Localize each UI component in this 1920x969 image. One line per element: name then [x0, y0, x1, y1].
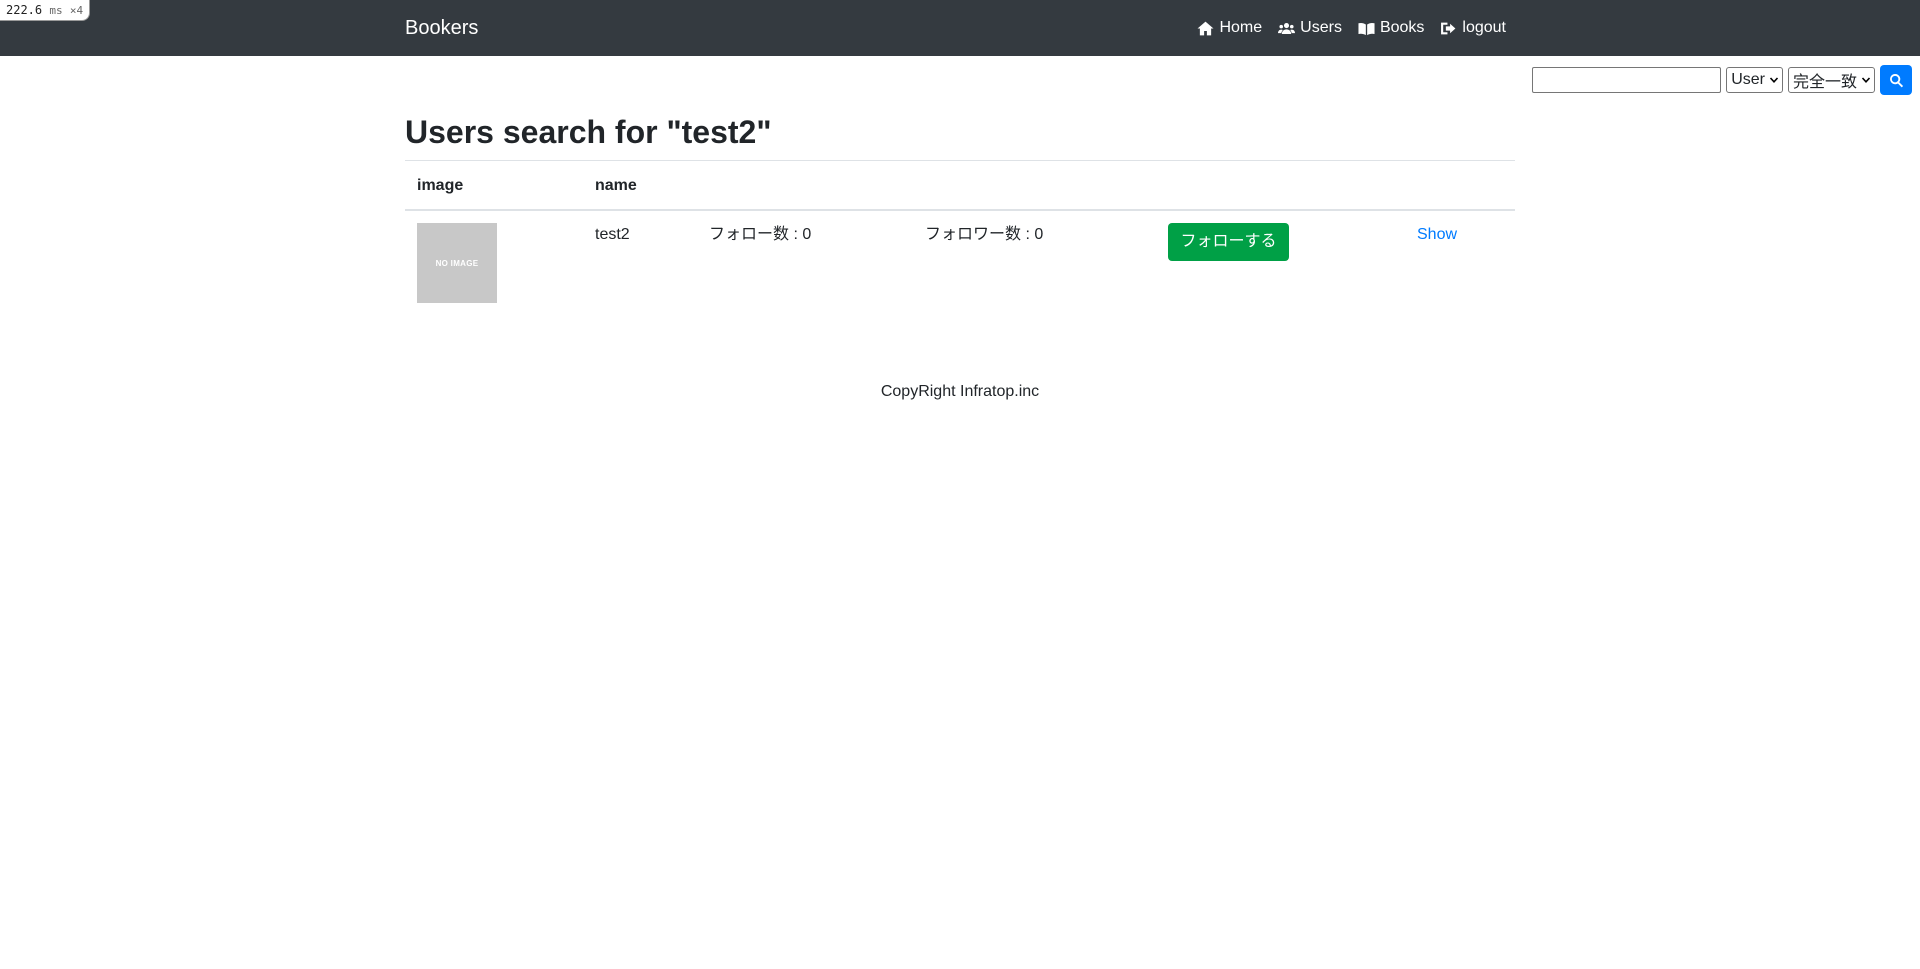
nav-logout-label: logout — [1462, 19, 1506, 36]
chevron-down-icon — [1861, 77, 1871, 83]
nav-users-link[interactable]: Users — [1278, 17, 1342, 39]
users-table: image name NO IMAGE test2 フォロー数 : 0 フォロワ… — [405, 160, 1515, 311]
nav-books-label: Books — [1379, 19, 1425, 36]
follower-count: フォロワー数 : 0 — [925, 226, 1044, 243]
model-select[interactable]: User — [1726, 67, 1783, 93]
method-select-value: 完全一致 — [1792, 74, 1857, 91]
navbar: Bookers Home Users Books logout — [0, 0, 1920, 56]
nav-users-label: Users — [1300, 19, 1342, 36]
nav-books-link[interactable]: Books — [1358, 17, 1424, 39]
nav-links: Home Users Books logout — [1197, 17, 1506, 39]
user-name: test2 — [595, 226, 630, 243]
nav-logout-link[interactable]: logout — [1440, 17, 1506, 39]
header-image: image — [417, 177, 464, 194]
book-icon — [1358, 22, 1375, 35]
chevron-down-icon — [1769, 77, 1779, 83]
model-select-value: User — [1731, 71, 1765, 88]
search-icon — [1889, 73, 1903, 87]
method-select[interactable]: 完全一致 — [1787, 67, 1875, 93]
copyright-text: CopyRight Infratop.inc — [880, 383, 1040, 400]
header-name: name — [595, 177, 637, 194]
table-row: NO IMAGE test2 フォロー数 : 0 フォロワー数 : 0 フォロー… — [405, 211, 1515, 311]
main-content: Users search for "test2" image name NO I… — [405, 112, 1515, 303]
sign-out-icon — [1441, 22, 1456, 34]
perf-multiplier: ×4 — [69, 4, 84, 17]
user-avatar: NO IMAGE — [417, 223, 497, 303]
perf-unit: ms — [49, 4, 63, 17]
page-title: Users search for "test2" — [405, 114, 772, 150]
brand-link[interactable]: Bookers — [405, 15, 478, 41]
search-form: User 完全一致 — [1532, 65, 1912, 95]
users-icon — [1278, 22, 1296, 34]
footer: CopyRight Infratop.inc — [0, 381, 1920, 403]
home-icon — [1198, 21, 1214, 35]
follow-count: フォロー数 : 0 — [709, 226, 812, 243]
perf-value: 222.6 — [6, 3, 43, 17]
nav-home-label: Home — [1219, 19, 1263, 36]
show-link[interactable]: Show — [1417, 224, 1457, 246]
table-header: image name — [405, 161, 1515, 211]
search-button[interactable] — [1880, 65, 1912, 95]
search-input[interactable] — [1532, 67, 1722, 93]
no-image-text: NO IMAGE — [435, 258, 479, 268]
nav-home-link[interactable]: Home — [1197, 17, 1262, 39]
follow-button[interactable]: フォローする — [1168, 223, 1289, 261]
perf-badge: 222.6 ms ×4 — [0, 0, 91, 21]
